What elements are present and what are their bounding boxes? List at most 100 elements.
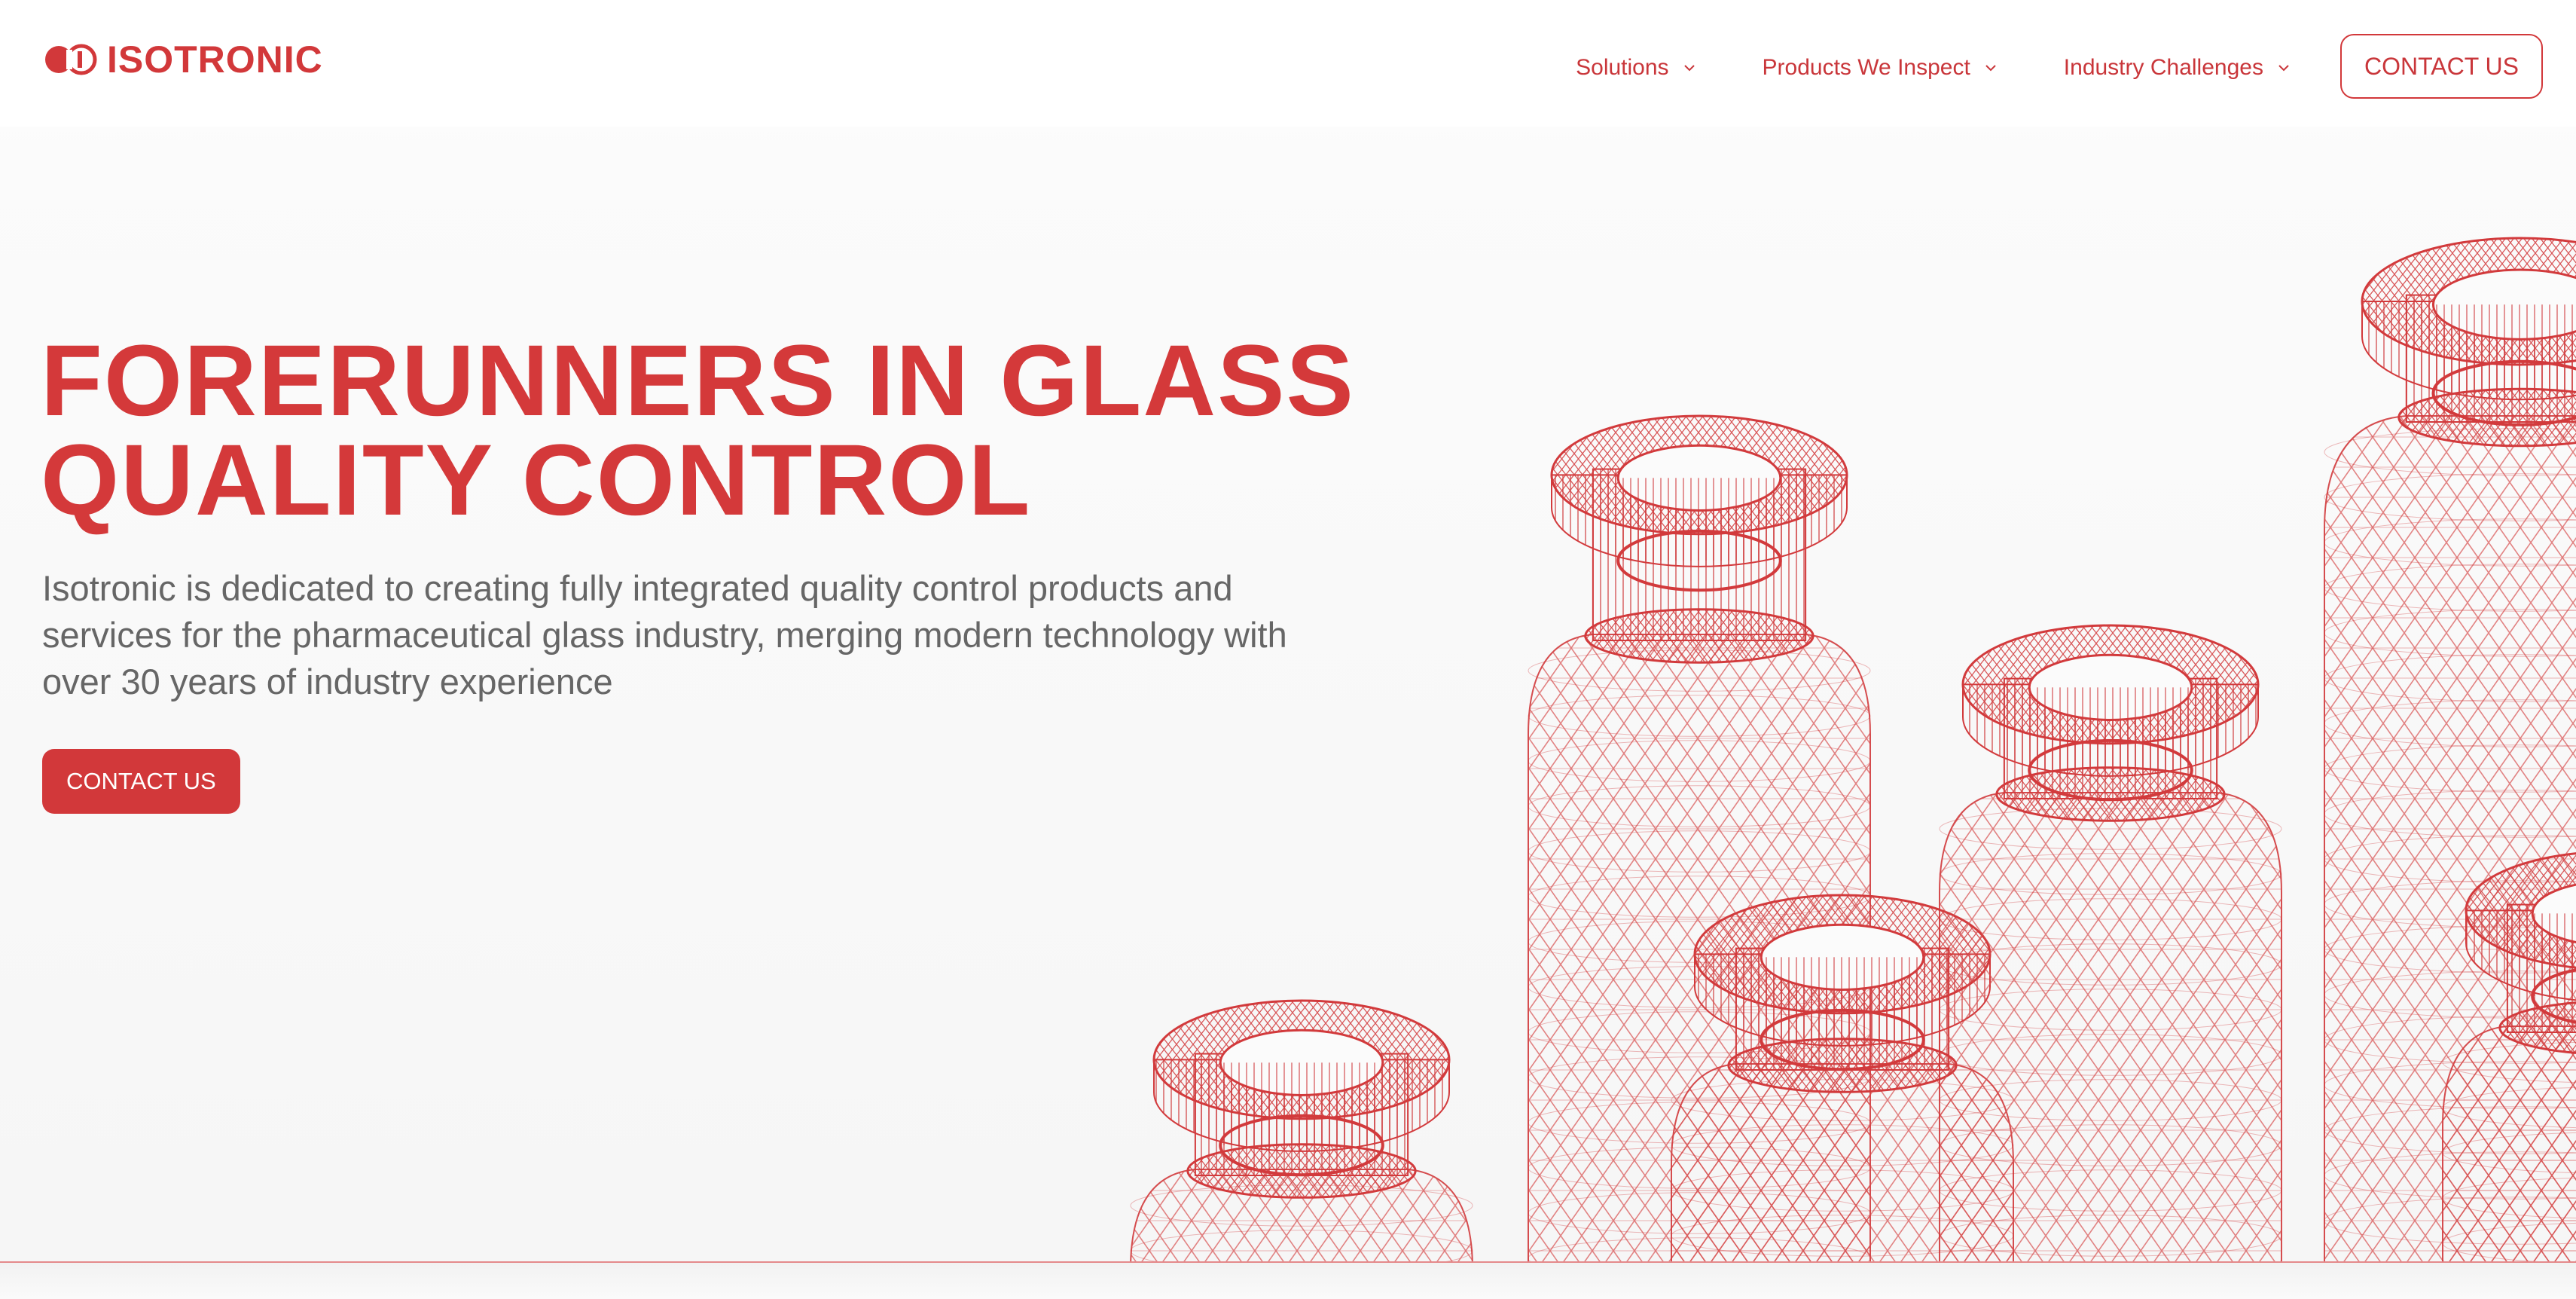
vial-tall-center-ring [1528,1102,1871,1144]
isotronic-logo-mark-icon [45,44,97,75]
vial-tall-center-ring [1528,1147,1871,1189]
vial-tall-center-ring [1528,1192,1871,1234]
vial-front-center-ring [1671,1215,2014,1257]
vial-right-rim-top [1961,624,2260,745]
hero-contact-button[interactable]: CONTACT US [42,749,240,814]
vial-tall-center-ring [1528,740,1871,782]
vial-small-left-opening [1219,1029,1384,1096]
vial-far-right-rim-top [2361,237,2576,366]
vial-tall-center-ring [1528,650,1871,692]
vial-right-inner-base [2028,738,2193,802]
vial-tall-center-inner-wall [1618,478,1781,561]
vial-tall-center-ring [1528,1237,1871,1263]
nav-item-solutions[interactable]: Solutions [1576,55,1697,81]
hero-title: FORERUNNERS IN GLASS QUALITY CONTROL [41,325,1355,536]
vial-far-right-ring [2324,609,2576,657]
vial-far-right-ring [2324,564,2576,612]
vial-tall-center-opening [1616,444,1782,512]
vial-small-left-inner-wall [1220,1062,1383,1146]
vial-tall-center-ring [1528,695,1871,737]
vial-front-center-ring [1671,1169,2014,1212]
vial-small-left-body [1130,1169,1473,1263]
vial-edge-right-rim-top [2465,852,2576,969]
vial-edge-right-ring [2442,1177,2576,1219]
vial-edge-right-neck [2506,903,2576,1034]
vial-tall-center-ring [1528,921,1871,963]
vial-front-center-inner-base [1760,1008,1925,1071]
vial-far-right-ring [2324,1016,2576,1064]
vial-far-right-ring [2324,1151,2576,1200]
vial-tall-center-ring [1528,966,1871,1008]
vial-small-left-neck [1194,1053,1409,1177]
vial-far-right-shoulder-band [2397,387,2576,448]
vial-front-center-shoulder-band [1727,1038,1958,1093]
chevron-down-icon [1985,65,1996,72]
vial-far-right-ring [2324,1197,2576,1245]
vial-small-left-rim-top [1152,999,1451,1120]
chevron-down-icon [1683,65,1695,72]
vial-far-right-body [2324,415,2576,1263]
vial-right-neck [2003,677,2218,799]
vial-tall-center-inner-base [1616,529,1782,592]
main-nav: Solutions Products We Inspect Industry C… [1576,34,2543,99]
nav-item-industry-challenges[interactable]: Industry Challenges [2064,55,2292,81]
vial-edge-right-opening [2531,883,2576,944]
vial-edge-right-inner-wall [2532,913,2576,997]
vial-right-body [1939,792,2282,1263]
vial-far-right-neck [2405,294,2576,423]
vial-right-ring [1939,1215,2282,1257]
vial-front-center-rim-side [1694,953,1991,1047]
chevron-down-icon [2278,65,2289,72]
vial-right-shoulder-band [1995,766,2226,822]
vial-edge-right-inner-base [2531,968,2576,1024]
nav-item-label: Industry Challenges [2063,55,2263,80]
hero-title-line-2: QUALITY CONTROL [41,424,1032,536]
vial-tall-center-ring [1528,830,1871,873]
vial-tall-center-shoulder-band [1584,608,1814,664]
vial-right-ring [1939,808,2282,850]
vial-far-right-ring [2324,654,2576,702]
vial-right-ring [1939,1124,2282,1166]
vial-tall-center-ring [1528,876,1871,918]
vial-far-right-ring [2324,835,2576,883]
header-contact-button[interactable]: CONTACT US [2339,34,2543,99]
brand-logo[interactable]: ISOTRONIC [44,39,323,80]
vial-small-left-inner-base [1219,1114,1384,1177]
vial-far-right-ring [2324,1106,2576,1154]
vial-far-right-ring [2324,925,2576,973]
vial-front-center-ring [1671,1124,2014,1166]
vial-edge-right-ring [2442,1222,2576,1263]
vial-edge-right-ring [2442,1087,2576,1129]
vial-right-inner-wall [2029,687,2192,771]
vial-right-ring [1939,943,2282,986]
vial-far-right-opening [2432,268,2576,341]
vial-edge-right-ring [2442,1041,2576,1084]
vial-tall-center-ring [1528,1011,1871,1053]
vial-right-ring [1939,989,2282,1031]
vial-far-right-inner-wall [2433,304,2576,393]
vial-front-center-ring [1671,1079,2014,1121]
vial-far-right-ring [2324,699,2576,747]
page: ISOTRONIC Solutions Products We Inspect … [0,0,2576,1299]
vial-far-right-ring [2324,790,2576,838]
vial-far-right-ring [2324,1061,2576,1109]
next-section-edge [0,1263,2576,1299]
hero-title-line-1: FORERUNNERS IN GLASS [41,325,1355,437]
vial-front-center-opening [1760,923,1925,991]
vial-tall-center-rim-top [1550,414,1848,536]
vial-right-ring [1939,1169,2282,1212]
vial-edge-right-shoulder-band [2498,1001,2576,1054]
nav-item-products-we-inspect[interactable]: Products We Inspect [1763,55,1999,81]
vial-front-center-body [1671,1063,2014,1263]
vial-right-ring [1939,853,2282,895]
vial-far-right-ring [2324,518,2576,567]
vial-edge-right-rim-side [2465,909,2576,1001]
vial-far-right-inner-base [2431,359,2576,426]
vial-right-ring [1939,1079,2282,1121]
vial-right-ring [1939,898,2282,940]
nav-item-label: Products We Inspect [1762,55,1970,80]
vial-far-right-ring [2324,428,2576,476]
vial-tall-center-neck [1592,468,1807,641]
vial-far-right-ring [2324,473,2576,521]
vial-edge-right-ring [2442,1132,2576,1174]
